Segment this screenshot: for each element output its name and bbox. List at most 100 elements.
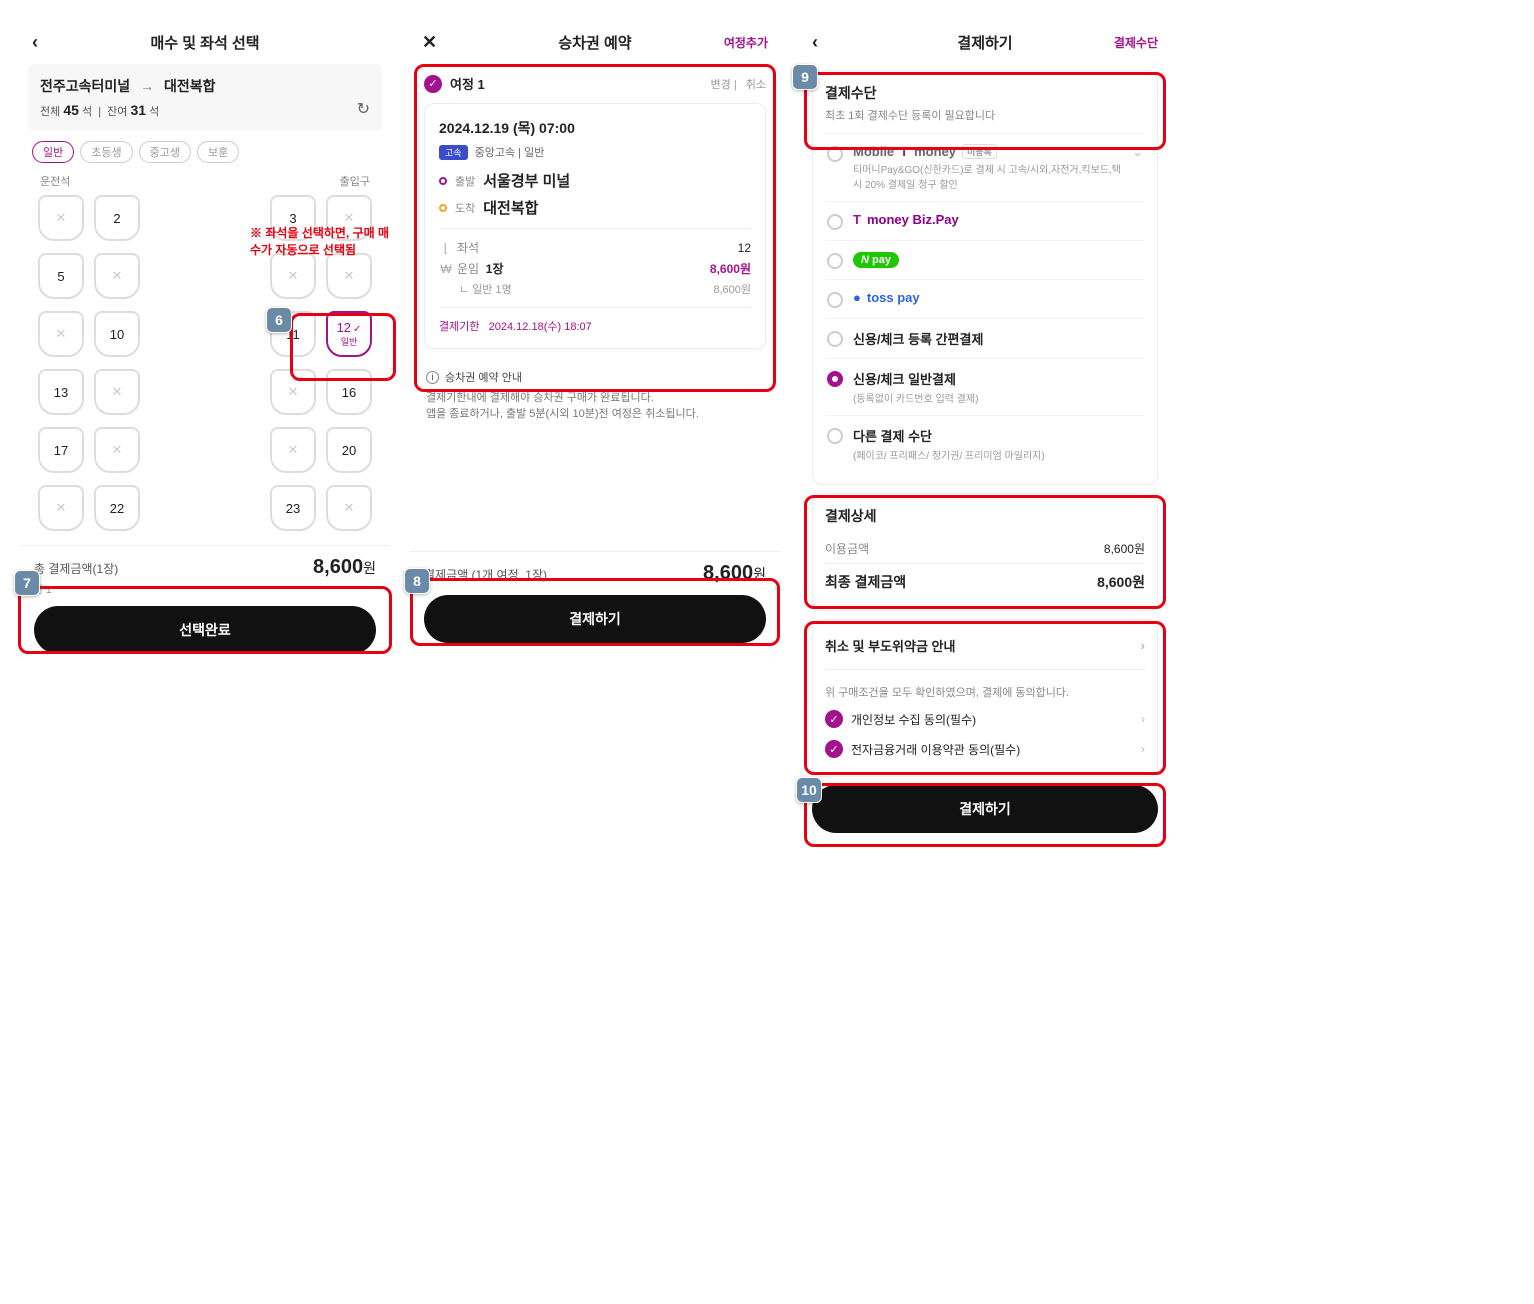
page-title: 결제하기 [957,32,1012,53]
card-pay-desc: (등록없이 카드번호 입력 결제) [853,390,1143,405]
seat-map: ※ 좌석을 선택하면, 구매 매수가 자동으로 선택됨 6 ✕ 2 5 ✕ ✕ … [20,195,390,531]
page-title: 매수 및 좌석 선택 [150,32,259,53]
pay-option-naverpay[interactable]: N pay [825,240,1145,279]
back-icon[interactable]: ‹ [812,32,818,53]
seat-10[interactable]: 10 [94,311,140,357]
radio-icon [827,253,843,269]
seat-x: ✕ [270,369,316,415]
simple-pay-text: 신용/체크 등록 간편결제 [853,329,1143,348]
fare-value: 8,600원 [710,260,751,277]
seat-17[interactable]: 17 [38,427,84,473]
seat-5[interactable]: 5 [38,253,84,299]
journey-links: 변경 | 취소 [705,76,766,92]
seat-x: ✕ [270,253,316,299]
tag-veteran[interactable]: 보훈 [197,141,239,163]
pay-option-bizpay[interactable]: Tmoney Biz.Pay [825,201,1145,240]
refresh-icon[interactable]: ↻ [357,99,370,119]
other-pay-text: 다른 결제 수단 [853,426,1143,445]
seat-x: ✕ [94,369,140,415]
payment-method-section: 결제수단 최초 1회 결제수단 등록이 필요합니다 Mobile Tmoney … [812,70,1158,485]
remain-count: 31 [130,102,146,118]
journey-header: ✓ 여정 1 변경 | 취소 [410,64,780,103]
detail-title: 결제상세 [825,506,1145,526]
back-icon[interactable]: ‹ [32,32,38,53]
step-badge-6: 6 [266,307,292,333]
seat-x: ✕ [270,427,316,473]
agree-privacy[interactable]: ✓ 개인정보 수집 동의(필수) › [825,704,1145,734]
tmoney-desc: 티머니Pay&GO(신한카드)로 결제 시 고속/시외,자전거,킥보드,택시 2… [853,161,1122,191]
seat-23[interactable]: 23 [270,485,316,531]
cancel-policy-row[interactable]: 취소 및 부도위약금 안내 › [825,632,1145,659]
tag-elementary[interactable]: 초등생 [80,141,132,163]
usage-value: 8,600원 [1104,540,1145,557]
route-summary: 전주고속터미널 → 대전복합 전체 45 석 | 잔여 31 석 ↻ [28,64,382,131]
driver-seat-label: 운전석 [40,173,70,189]
seat-12-selected[interactable]: 12✓ 일반 [326,311,372,357]
tag-general[interactable]: 일반 [32,141,74,163]
add-journey-button[interactable]: 여정추가 [724,34,768,51]
arrival-stop: 도착 대전복합 [439,197,751,218]
radio-icon [827,146,843,162]
seat-12-num: 12 [337,320,351,335]
final-pay-button[interactable]: 결제하기 [812,785,1158,833]
seat-2[interactable]: 2 [94,195,140,241]
booking-panel: ✕ 승차권 예약 여정추가 ✓ 여정 1 변경 | 취소 2024.12.19 … [410,20,780,845]
chevron-right-icon: › [1141,638,1145,653]
won-unit: 원 [363,560,376,576]
total-label: 결제금액 (1개 여정, 1장) [424,566,547,583]
header: ‹ 매수 및 좌석 선택 [20,20,390,64]
ticket-meta: 고속 중앙고속 | 일반 [439,144,751,160]
check-icon: ✓ [825,740,843,758]
change-button[interactable]: 변경 [711,79,731,91]
final-label: 최종 결제금액 [825,572,906,592]
payment-deadline: 결제기한 2024.12.18(수) 18:07 [439,318,751,334]
seat-selection-panel: ‹ 매수 및 좌석 선택 전주고속터미널 → 대전복합 전체 45 석 | 잔여… [20,20,390,845]
agree-privacy-label: 개인정보 수집 동의(필수) [851,711,1133,728]
method-subtitle: 최초 1회 결제수단 등록이 필요합니다 [825,107,1145,123]
seat-20[interactable]: 20 [326,427,372,473]
close-icon[interactable]: ✕ [422,32,437,53]
pay-option-card[interactable]: 신용/체크 일반결제 (등록없이 카드번호 입력 결제) [825,358,1145,415]
total-label: 총 결제금액(1장) [34,560,118,577]
agree-eft-label: 전자금융거래 이용약관 동의(필수) [851,741,1133,758]
route-from: 전주고속터미널 [40,78,130,94]
pay-option-other[interactable]: 다른 결제 수단 (페이코/ 프리패스/ 정기권/ 프리미엄 마일리지) [825,415,1145,472]
seat-16[interactable]: 16 [326,369,372,415]
pay-option-simple[interactable]: 신용/체크 등록 간편결제 [825,318,1145,358]
pay-option-tmoney[interactable]: Mobile Tmoney 미등록 티머니Pay&GO(신한카드)로 결제 시 … [825,133,1145,201]
seat-x: ✕ [38,195,84,241]
page-title: 승차권 예약 [558,32,631,53]
unregistered-badge: 미등록 [962,144,997,159]
booking-info: i 승차권 예약 안내 결제기한내에 결제해야 승차권 구매가 완료됩니다. 앱… [410,359,780,431]
seat-22[interactable]: 22 [94,485,140,531]
cancel-button[interactable]: 취소 [746,79,766,91]
tag-student[interactable]: 중고생 [139,141,191,163]
selection-note: ※ 좌석을 선택하면, 구매 매수가 자동으로 선택됨 [250,225,390,259]
chevron-down-icon: ⌄ [1132,144,1143,160]
departure-dot-icon [439,177,447,185]
pay-option-tosspay[interactable]: ●toss pay [825,279,1145,318]
fare-count: 1장 [486,262,504,276]
arrival-dot-icon [439,204,447,212]
pay-button[interactable]: 결제하기 [424,595,766,643]
departure-stop: 출발 서울경부 미널 [439,170,751,191]
step-badge-7: 7 [14,570,40,596]
route-to: 대전복합 [164,78,216,94]
agree-eft[interactable]: ✓ 전자금융거래 이용약관 동의(필수) › [825,734,1145,764]
express-chip: 고속 [439,145,468,160]
info-icon: i [426,371,439,384]
radio-icon [827,292,843,308]
confirm-selection-button[interactable]: 선택완료 [34,606,376,654]
won-unit: 원 [753,566,766,582]
final-row: 최종 결제금액 8,600원 [825,563,1145,598]
seat-value: 12 [738,241,751,255]
seat-key: 좌석 [457,241,479,255]
total-label: 전체 [40,106,60,118]
operator: 중앙고속 [475,147,515,159]
departure-datetime: 2024.12.19 (목) 07:00 [439,118,751,138]
total-amount: 8,600원 [313,556,376,579]
fare-row: ₩운임 1장 8,600원 [439,260,751,277]
payment-method-link[interactable]: 결제수단 [1114,34,1158,51]
seat-13[interactable]: 13 [38,369,84,415]
info-heading: 승차권 예약 안내 [445,369,522,385]
